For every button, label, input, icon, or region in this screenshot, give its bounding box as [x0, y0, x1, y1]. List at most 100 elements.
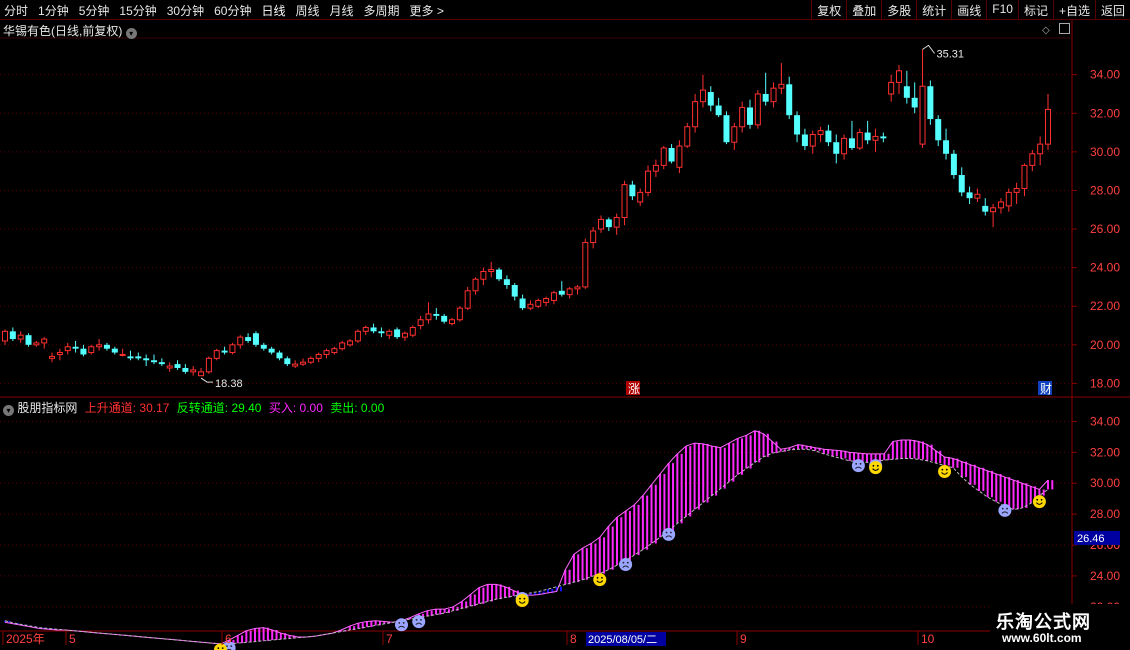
candle [794, 111, 801, 143]
time-axis-label: 2025年 [6, 632, 45, 646]
candle [198, 367, 205, 377]
candle-body [401, 332, 408, 338]
candle-body [394, 329, 401, 338]
diamond-icon[interactable]: ◇ [1042, 25, 1050, 36]
candle [88, 344, 95, 355]
candle-body [684, 126, 691, 147]
candle [801, 128, 808, 150]
candle-body [441, 315, 448, 322]
candle [731, 122, 738, 150]
candle [699, 74, 706, 108]
candle-body [566, 288, 573, 296]
candle-body [151, 360, 157, 363]
candle [25, 333, 32, 347]
eye [1001, 507, 1004, 510]
candle-body [621, 184, 628, 218]
candle-body [307, 357, 314, 363]
candle [252, 331, 259, 347]
candle-body [496, 269, 503, 280]
candle-body [213, 350, 220, 359]
candle [864, 120, 871, 145]
eye [217, 647, 220, 650]
buy-signal-icon [869, 461, 883, 475]
main-y-tick-label: 22.00 [1090, 299, 1120, 313]
candle-body [786, 84, 793, 116]
candle [880, 132, 887, 143]
candle [715, 97, 722, 118]
maximize-icon[interactable] [1059, 23, 1071, 34]
candle-body [997, 201, 1004, 209]
candle-body [111, 348, 118, 353]
candle [535, 298, 542, 309]
low-price-label: 18.38 [215, 378, 243, 390]
candle [307, 356, 314, 365]
time-axis-label: 10 [921, 632, 935, 646]
sell-label: 卖出: [330, 401, 358, 415]
candle-body [825, 130, 832, 143]
candle-body [245, 337, 252, 341]
candle-body [300, 361, 306, 365]
candle [339, 340, 346, 351]
kline-chart-area[interactable]: 34.00 32.00 30.00 28.00 26.00 24.00 22.00 20.00… [0, 0, 1130, 650]
candle [433, 308, 440, 320]
eye [872, 464, 875, 467]
candle-body [527, 303, 534, 309]
candle-body [229, 344, 236, 354]
watermark-url: www.60lt.com [1002, 631, 1082, 645]
candle [739, 101, 746, 133]
candle-body [543, 298, 550, 303]
candle-body [315, 353, 322, 359]
candle-body [990, 207, 997, 213]
candle-body [1021, 164, 1028, 190]
candle-body [182, 367, 189, 372]
candle-body [237, 336, 244, 346]
candle [943, 128, 950, 160]
eye [945, 468, 948, 471]
candle-body [558, 290, 565, 295]
current-value-box: 26.46 [1074, 530, 1120, 545]
candle-body [888, 81, 895, 95]
buy-signal-icon [515, 593, 529, 607]
candle [464, 286, 471, 311]
candle-body [958, 175, 965, 193]
candle [456, 306, 463, 322]
candle-body [456, 307, 463, 321]
eye [626, 561, 629, 564]
candle [809, 130, 816, 154]
time-axis-label: 5 [69, 632, 76, 646]
candle [503, 275, 510, 289]
candle [637, 188, 644, 206]
candle-body [252, 333, 259, 345]
eye [601, 576, 603, 579]
candle [856, 128, 863, 150]
candle-body [464, 290, 471, 309]
face [851, 459, 865, 473]
candle [401, 331, 408, 341]
eye [596, 576, 599, 579]
candle-body [205, 357, 212, 373]
candle-body [362, 326, 369, 332]
candle-body [723, 115, 730, 143]
candle [982, 198, 989, 216]
candle-body [598, 218, 604, 230]
stock-title: 华锡有色(日线,前复权) [3, 24, 123, 38]
candle [778, 63, 785, 94]
chevron-down-icon[interactable]: ▾ [125, 28, 137, 39]
candle-body [511, 285, 518, 297]
candle [629, 180, 636, 201]
candle-body [103, 344, 110, 349]
face [998, 503, 1012, 517]
candle [72, 340, 79, 353]
candle [49, 352, 56, 363]
candle-body [762, 93, 769, 102]
candle-body [119, 353, 126, 356]
candle-body [488, 269, 495, 272]
candle-body [794, 115, 801, 135]
candle [566, 286, 573, 299]
chevron-down-icon[interactable]: ▾ [3, 405, 14, 416]
candle-body [950, 153, 957, 176]
pane-controls: ◇ [1042, 22, 1071, 36]
event-label: 财 [1040, 382, 1052, 396]
eye [221, 647, 224, 650]
candle [56, 348, 63, 361]
